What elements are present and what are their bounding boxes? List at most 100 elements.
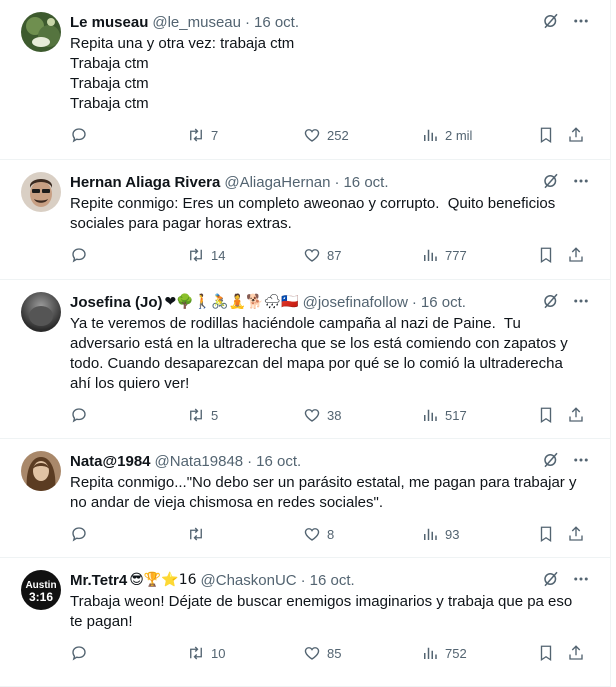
bookmark-icon bbox=[540, 407, 552, 424]
reply-button[interactable] bbox=[70, 644, 94, 662]
tweet-date[interactable]: 16 oct. bbox=[343, 174, 388, 191]
bookmark-icon bbox=[540, 247, 552, 264]
share-icon bbox=[569, 407, 583, 422]
view-count: 2 mil bbox=[445, 127, 473, 143]
more-icon[interactable] bbox=[572, 451, 590, 469]
handle[interactable]: @josefinafollow bbox=[303, 294, 408, 311]
tweet-date[interactable]: 16 oct. bbox=[256, 453, 301, 470]
display-name-emoji: ❤🌳🚶🚴🧘🐕🌧🇨🇱 bbox=[164, 294, 299, 310]
reply-button[interactable] bbox=[70, 246, 94, 264]
separator-dot: · bbox=[411, 293, 417, 311]
heart-icon bbox=[304, 647, 320, 660]
bookmark-button[interactable] bbox=[537, 406, 555, 424]
tweet[interactable]: Austin 3:16 Mr.Tetr4 😎🏆⭐16 @ChaskonUC · … bbox=[0, 558, 610, 687]
more-icon[interactable] bbox=[572, 292, 590, 310]
avatar[interactable]: Austin 3:16 bbox=[21, 570, 61, 610]
tweet[interactable]: Nata@1984 @Nata19848 · 16 oct. Repita co… bbox=[0, 439, 610, 558]
display-name-emoji: 😎🏆⭐16 bbox=[129, 572, 197, 588]
separator-dot: · bbox=[247, 452, 253, 470]
grok-icon[interactable] bbox=[542, 451, 560, 469]
handle[interactable]: @AliagaHernan bbox=[224, 174, 330, 191]
more-icon[interactable] bbox=[572, 12, 590, 30]
display-name[interactable]: Le museau bbox=[70, 14, 148, 31]
bookmark-button[interactable] bbox=[537, 126, 555, 144]
tweet-header-icons bbox=[542, 12, 590, 30]
like-button[interactable]: 85 bbox=[303, 644, 341, 662]
share-button[interactable] bbox=[567, 406, 585, 424]
avatar[interactable] bbox=[21, 172, 61, 212]
grok-icon[interactable] bbox=[542, 292, 560, 310]
views-icon bbox=[424, 249, 437, 261]
reply-button[interactable] bbox=[70, 406, 94, 424]
tweet-date[interactable]: 16 oct. bbox=[254, 14, 299, 31]
views-icon bbox=[424, 129, 437, 141]
like-button[interactable]: 8 bbox=[303, 525, 334, 543]
display-name[interactable]: Nata@1984 bbox=[70, 453, 151, 470]
retweet-button[interactable]: 5 bbox=[187, 406, 218, 424]
view-count: 517 bbox=[445, 407, 467, 423]
retweet-button[interactable] bbox=[187, 525, 211, 543]
share-button[interactable] bbox=[567, 246, 585, 264]
tweet-text: Repite conmigo: Eres un completo aweonao… bbox=[70, 195, 560, 232]
views-button[interactable]: 517 bbox=[421, 406, 467, 424]
like-button[interactable]: 38 bbox=[303, 406, 341, 424]
grok-icon[interactable] bbox=[542, 12, 560, 30]
views-button[interactable]: 777 bbox=[421, 246, 467, 264]
heart-icon bbox=[304, 129, 320, 142]
handle[interactable]: @le_museau bbox=[152, 14, 241, 31]
reply-icon bbox=[72, 128, 86, 143]
retweet-icon bbox=[190, 646, 202, 660]
view-count: 777 bbox=[445, 247, 467, 263]
tweet[interactable]: Hernan Aliaga Rivera @AliagaHernan · 16 … bbox=[0, 160, 610, 280]
avatar[interactable] bbox=[21, 292, 61, 332]
display-name[interactable]: Hernan Aliaga Rivera bbox=[70, 174, 220, 191]
share-button[interactable] bbox=[567, 126, 585, 144]
more-icon[interactable] bbox=[572, 570, 590, 588]
grok-icon[interactable] bbox=[542, 570, 560, 588]
share-icon bbox=[569, 526, 583, 541]
avatar[interactable] bbox=[21, 451, 61, 491]
handle[interactable]: @ChaskonUC bbox=[201, 572, 297, 589]
tweet-header: Josefina (Jo) ❤🌳🚶🚴🧘🐕🌧🇨🇱 @josefinafollow … bbox=[70, 292, 594, 312]
tweet-date[interactable]: 16 oct. bbox=[421, 294, 466, 311]
reply-button[interactable] bbox=[70, 525, 94, 543]
share-button[interactable] bbox=[567, 644, 585, 662]
views-button[interactable]: 2 mil bbox=[421, 126, 472, 144]
share-button[interactable] bbox=[567, 525, 585, 543]
tweet-text: Repita una y otra vez: trabaja ctm Traba… bbox=[70, 35, 295, 112]
bookmark-button[interactable] bbox=[537, 246, 555, 264]
like-button[interactable]: 252 bbox=[303, 126, 349, 144]
bookmark-button[interactable] bbox=[537, 525, 555, 543]
views-button[interactable]: 93 bbox=[421, 525, 459, 543]
bookmark-button[interactable] bbox=[537, 644, 555, 662]
reply-icon bbox=[72, 527, 86, 542]
tweet-actions: 5 38 517 bbox=[70, 396, 594, 436]
retweet-icon bbox=[190, 248, 202, 262]
like-count: 38 bbox=[327, 407, 342, 423]
retweet-icon bbox=[190, 527, 202, 541]
tweet[interactable]: Le museau @le_museau · 16 oct. Repita un… bbox=[0, 0, 610, 160]
retweet-button[interactable]: 14 bbox=[187, 246, 225, 264]
reply-icon bbox=[72, 646, 86, 661]
retweet-button[interactable]: 10 bbox=[187, 644, 225, 662]
handle[interactable]: @Nata19848 bbox=[155, 453, 244, 470]
more-icon[interactable] bbox=[572, 172, 590, 190]
svg-text:3:16: 3:16 bbox=[29, 590, 53, 604]
tweet[interactable]: Josefina (Jo) ❤🌳🚶🚴🧘🐕🌧🇨🇱 @josefinafollow … bbox=[0, 280, 610, 439]
tweet-header: Hernan Aliaga Rivera @AliagaHernan · 16 … bbox=[70, 172, 594, 192]
views-button[interactable]: 752 bbox=[421, 644, 467, 662]
tweet-header: Nata@1984 @Nata19848 · 16 oct. bbox=[70, 451, 594, 471]
reply-icon bbox=[72, 408, 86, 423]
display-name[interactable]: Josefina (Jo) bbox=[70, 294, 163, 311]
retweet-button[interactable]: 7 bbox=[187, 126, 218, 144]
heart-icon bbox=[304, 409, 320, 422]
display-name[interactable]: Mr.Tetr4 bbox=[70, 572, 127, 589]
tweet-date[interactable]: 16 oct. bbox=[310, 572, 355, 589]
like-button[interactable]: 87 bbox=[303, 246, 341, 264]
like-count: 85 bbox=[327, 645, 342, 661]
like-count: 87 bbox=[327, 247, 342, 263]
reply-button[interactable] bbox=[70, 126, 94, 144]
avatar[interactable] bbox=[21, 12, 61, 52]
grok-icon[interactable] bbox=[542, 172, 560, 190]
separator-dot: · bbox=[300, 571, 306, 589]
